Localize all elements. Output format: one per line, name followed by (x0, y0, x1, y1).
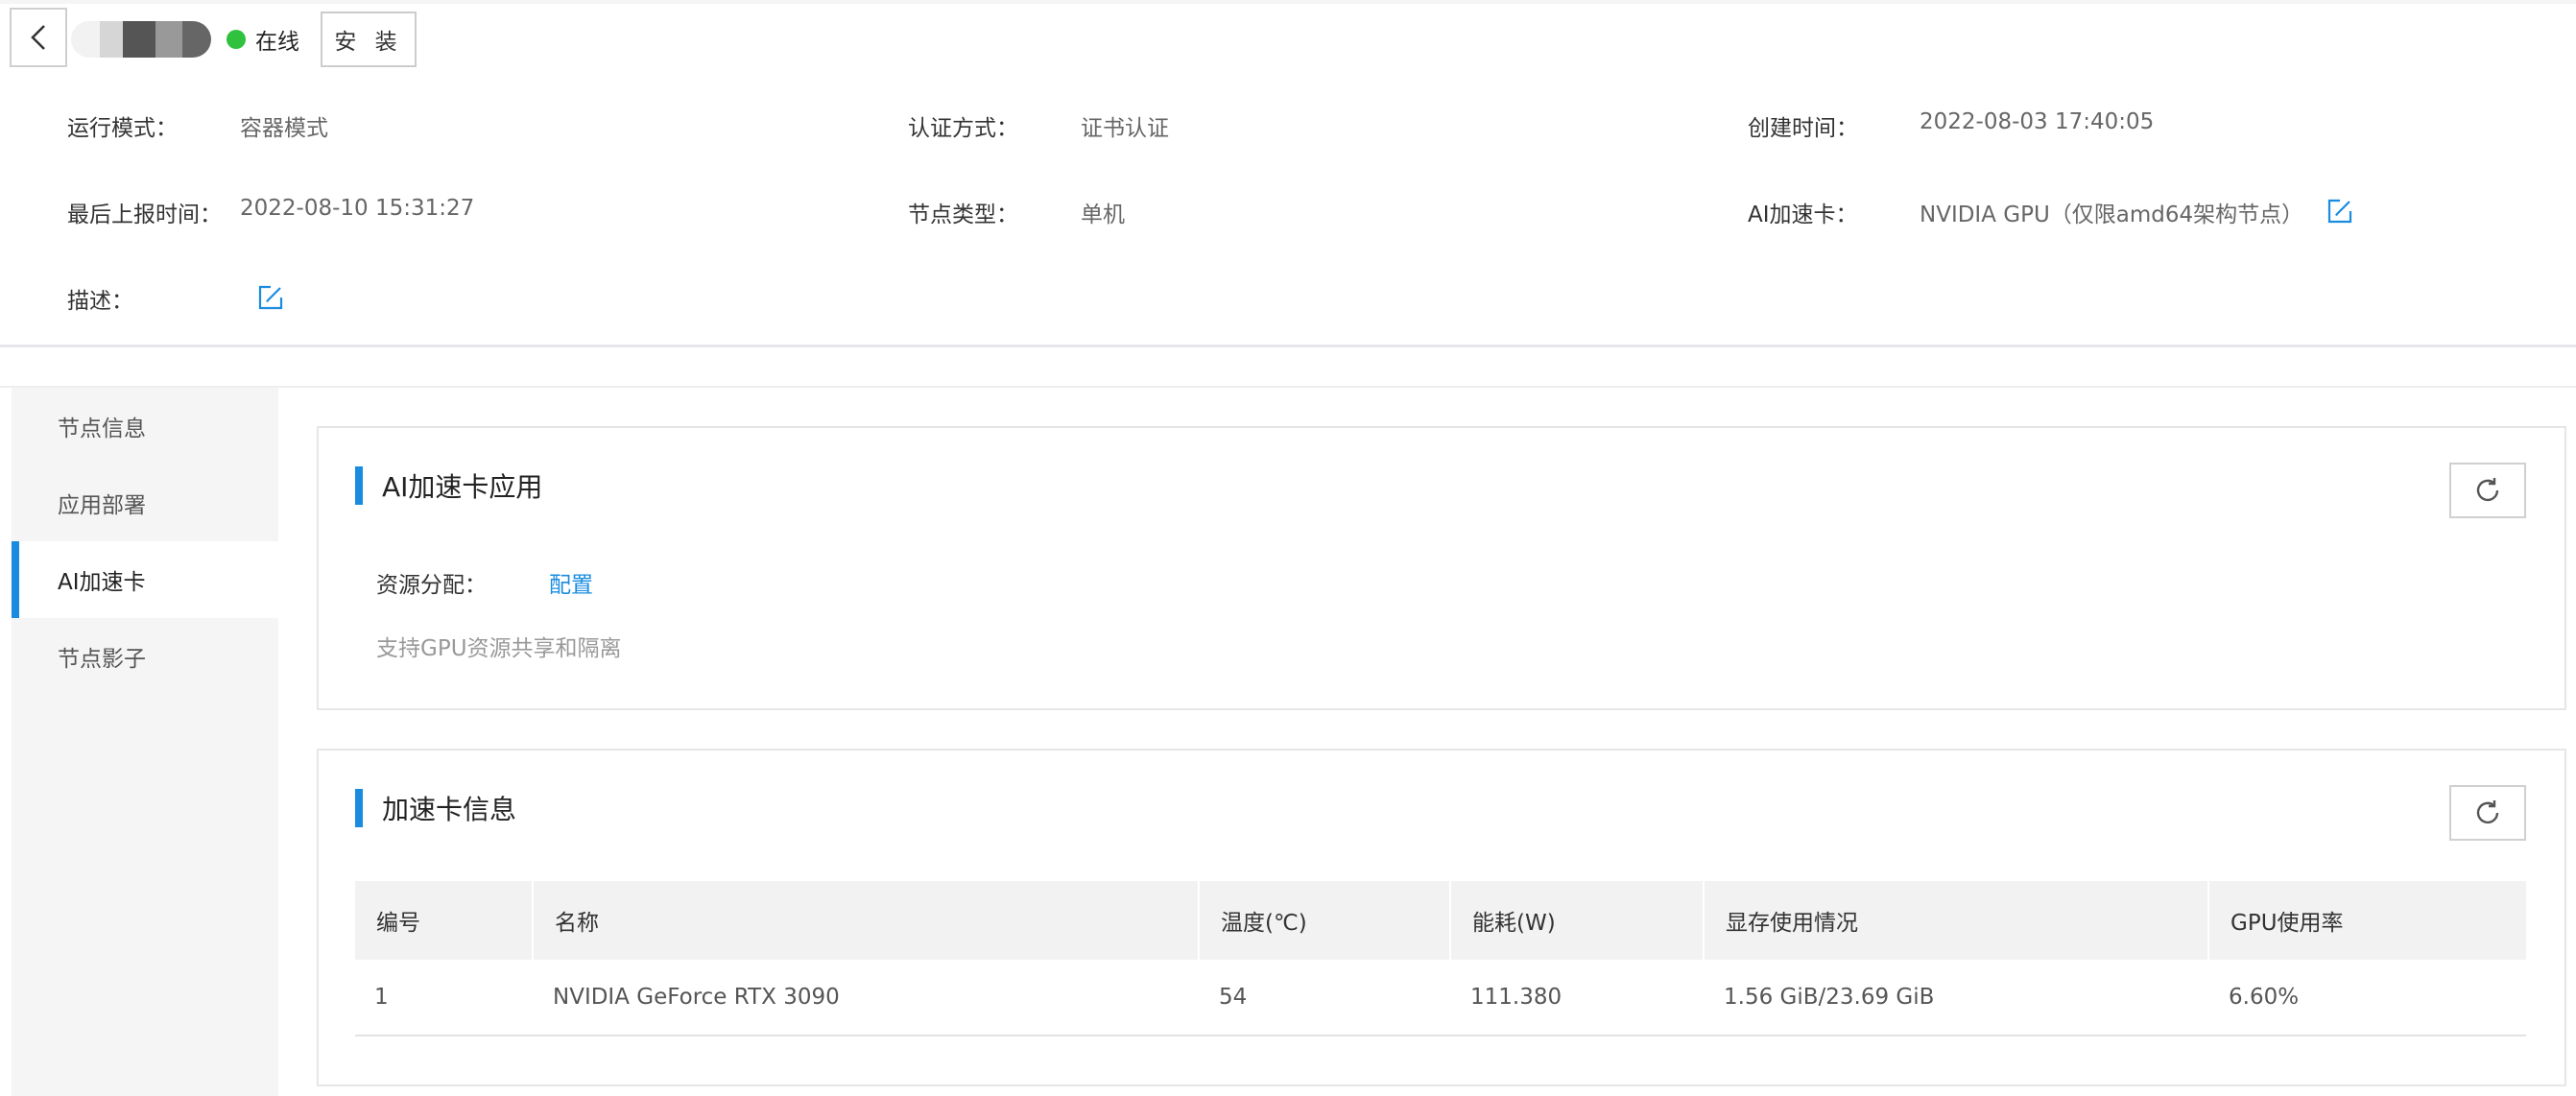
auth-method-label: 认证方式： (908, 116, 1018, 141)
col-header-temp: 温度(℃) (1221, 911, 1307, 936)
description-label: 描述： (67, 289, 133, 314)
refresh-icon (2476, 800, 2499, 824)
col-header-memory: 显存使用情况 (1726, 911, 1858, 936)
node-type-value: 单机 (1081, 203, 1125, 227)
ai-app-refresh-button[interactable] (2449, 463, 2526, 518)
chevron-left-icon (31, 25, 45, 50)
ai-card-value: NVIDIA GPU（仅限amd64架构节点） (1920, 203, 2304, 227)
card-title-bar (355, 466, 363, 505)
header-divider (0, 345, 2576, 347)
top-strip (0, 0, 2576, 4)
card-info-refresh-button[interactable] (2449, 785, 2526, 841)
cell-temp: 54 (1219, 985, 1248, 1010)
ai-card-label: AI加速卡： (1748, 203, 1858, 227)
table-header: 编号 名称 温度(℃) 能耗(W) 显存使用情况 GPU使用率 (355, 881, 2526, 960)
ai-card-edit-icon[interactable] (2326, 198, 2353, 225)
sidebar-item-node-info[interactable]: 节点信息 (12, 388, 278, 465)
sidebar-item-label: AI加速卡 (58, 570, 146, 595)
table-row: 1 NVIDIA GeForce RTX 3090 54 111.380 1.5… (355, 960, 2526, 1036)
last-report-label: 最后上报时间： (67, 203, 222, 227)
created-time-label: 创建时间： (1748, 116, 1858, 141)
cell-gpu-usage: 6.60% (2229, 985, 2300, 1010)
sidebar-item-app-deploy[interactable]: 应用部署 (12, 465, 278, 541)
content-divider (0, 386, 2576, 388)
ai-app-card-title: AI加速卡应用 (382, 471, 543, 503)
run-mode-value: 容器模式 (240, 116, 328, 141)
run-mode-label: 运行模式： (67, 116, 178, 141)
cell-id: 1 (374, 985, 389, 1010)
status-dot-icon (227, 30, 246, 49)
back-button[interactable] (10, 8, 67, 67)
config-link[interactable]: 配置 (549, 566, 593, 599)
ai-app-card (317, 426, 2566, 710)
cell-power: 111.380 (1470, 985, 1562, 1010)
sidebar-item-ai-card[interactable]: AI加速卡 (12, 541, 278, 618)
install-button[interactable]: 安 装 (321, 12, 417, 67)
last-report-value: 2022-08-10 15:31:27 (240, 196, 475, 221)
description-edit-icon[interactable] (257, 284, 284, 311)
status-text: 在线 (255, 30, 299, 55)
sidebar-item-node-shadow[interactable]: 节点影子 (12, 618, 278, 695)
sidebar-item-label: 节点信息 (58, 417, 146, 441)
sidebar: 节点信息 应用部署 AI加速卡 节点影子 (12, 388, 278, 1096)
cell-memory: 1.56 GiB/23.69 GiB (1724, 985, 1935, 1010)
node-type-label: 节点类型： (908, 203, 1018, 227)
resource-allocation-label: 资源分配： (376, 573, 487, 598)
sidebar-item-label: 节点影子 (58, 647, 146, 672)
card-title-bar (355, 789, 363, 827)
gpu-share-hint: 支持GPU资源共享和隔离 (376, 636, 622, 661)
created-time-value: 2022-08-03 17:40:05 (1920, 109, 2155, 134)
refresh-icon (2476, 478, 2499, 502)
online-status: 在线 (227, 25, 299, 55)
col-header-gpu-usage: GPU使用率 (2230, 911, 2344, 936)
auth-method-value: 证书认证 (1081, 116, 1169, 141)
node-name-redacted (71, 21, 211, 58)
card-info-title: 加速卡信息 (382, 794, 517, 825)
cell-name: NVIDIA GeForce RTX 3090 (553, 985, 840, 1010)
col-header-id: 编号 (376, 911, 420, 936)
col-header-name: 名称 (555, 911, 599, 936)
col-header-power: 能耗(W) (1472, 911, 1556, 936)
sidebar-item-label: 应用部署 (58, 493, 146, 518)
